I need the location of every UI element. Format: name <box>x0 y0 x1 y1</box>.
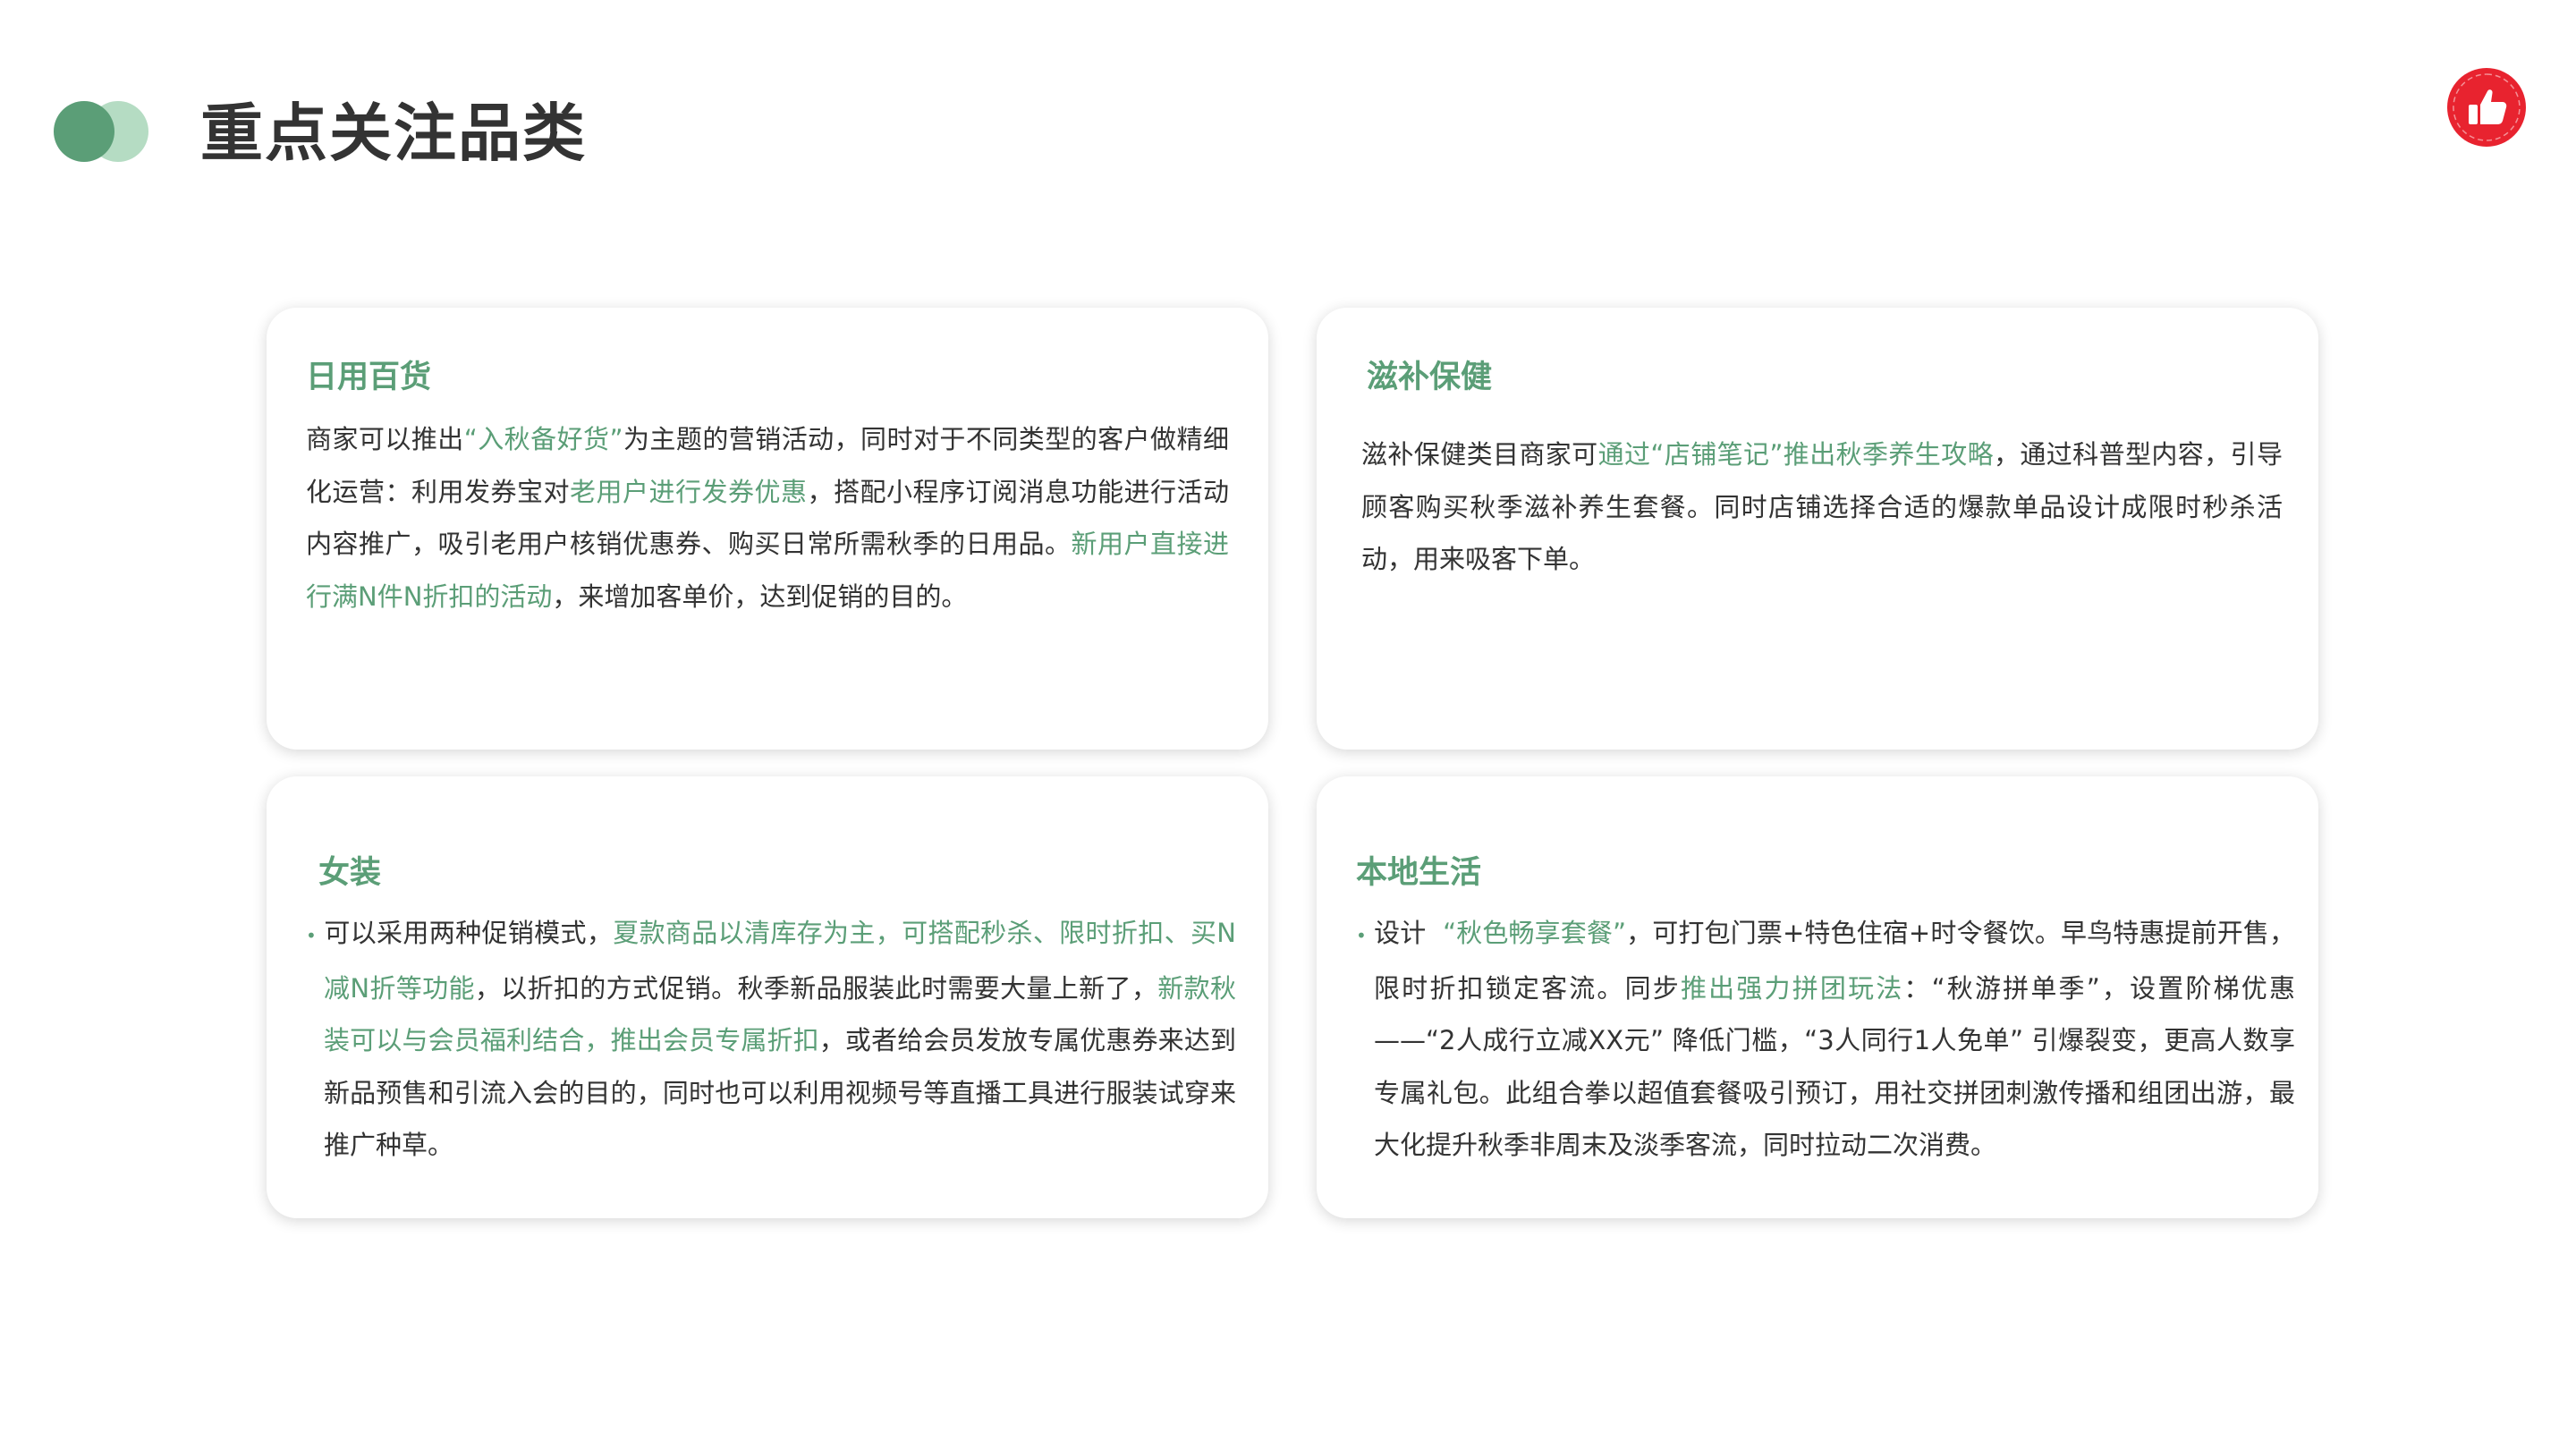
category-card-local-life: 本地生活 • 设计 “秋色畅享套餐”，可打包门票+特色住宿+时令餐饮。早鸟特惠提前… <box>1317 776 2318 1218</box>
category-card-daily-goods: 日用百货 商家可以推出“入秋备好货”为主题的营销活动，同时对于不同类型的客户做精… <box>267 308 1268 750</box>
highlight-text: 推出强力拼团玩法 <box>1680 972 1904 1004</box>
category-card-tonic-health: 滋补保健 滋补保健类目商家可通过“店铺笔记”推出秋季养生攻略，通过科普型内容，引… <box>1317 308 2318 750</box>
highlight-text: 通过“店铺笔记”推出秋季养生攻略 <box>1597 439 1994 470</box>
text-segment: 商家可以推出 <box>306 424 464 454</box>
highlight-text: “秋色畅享套餐” <box>1443 918 1627 948</box>
page-title: 重点关注品类 <box>200 97 587 170</box>
text-segment: 滋补保健类目商家可 <box>1361 439 1598 470</box>
card-title: 本地生活 <box>1356 855 1482 891</box>
text-segment: ，以折扣的方式促销。秋季新品服装此时需要大量上新了， <box>474 972 1158 1004</box>
text-segment: 设计 <box>1374 918 1444 948</box>
card-description: • 可以采用两种促销模式，夏款商品以清库存为主，可搭配秒杀、限时折扣、买N减N折等… <box>306 907 1236 1172</box>
card-title: 滋补保健 <box>1367 360 1493 395</box>
logo-dot-dark <box>54 101 114 162</box>
category-card-womens-wear: 女装 • 可以采用两种促销模式，夏款商品以清库存为主，可搭配秒杀、限时折扣、买N减… <box>267 776 1268 1218</box>
text-segment: ，来增加客单价，达到促销的目的。 <box>552 580 968 612</box>
card-title: 日用百货 <box>306 360 432 395</box>
card-description: 滋补保健类目商家可通过“店铺笔记”推出秋季养生攻略，通过科普型内容，引导顾客购买… <box>1361 428 2283 586</box>
text-segment: 可以采用两种促销模式， <box>324 918 614 948</box>
card-description: • 设计 “秋色畅享套餐”，可打包门票+特色住宿+时令餐饮。早鸟特惠提前开售，限时… <box>1356 907 2295 1172</box>
card-title: 女装 <box>318 855 382 891</box>
section-logo-dots <box>54 101 152 164</box>
thumbs-up-icon <box>2447 68 2526 147</box>
bullet-dot: • <box>1356 925 1367 946</box>
highlight-text: 老用户进行发券优惠 <box>570 476 808 507</box>
bullet-dot: • <box>306 925 317 946</box>
card-description: 商家可以推出“入秋备好货”为主题的营销活动，同时对于不同类型的客户做精细化运营：… <box>306 413 1229 623</box>
highlight-text: “入秋备好货” <box>463 424 623 454</box>
